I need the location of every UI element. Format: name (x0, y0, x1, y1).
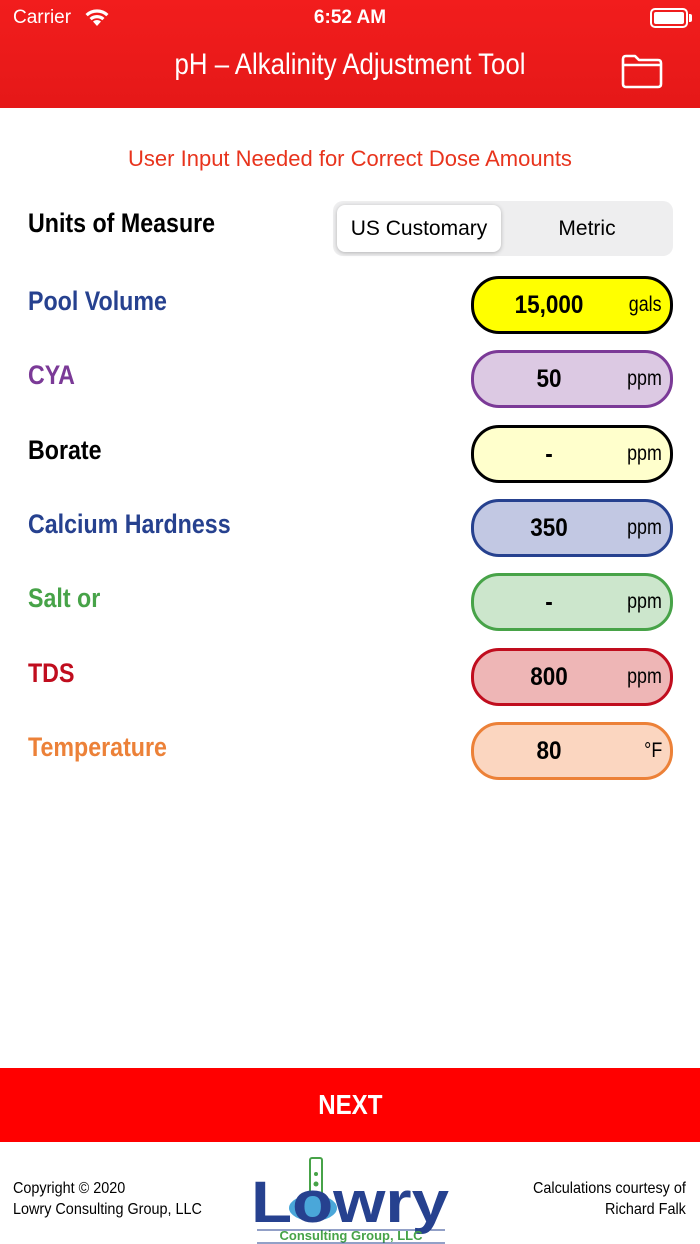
cya-label: CYA (28, 360, 75, 391)
salt-value: - (545, 588, 553, 617)
temperature-unit: °F (643, 738, 662, 762)
credits-line-2: Richard Falk (605, 1201, 686, 1218)
units-label: Units of Measure (28, 208, 216, 238)
cya-value: 50 (536, 365, 562, 394)
clock: 6:52 AM (313, 7, 387, 28)
pool-volume-input[interactable]: 15,000 gals (471, 276, 673, 334)
borate-label: Borate (28, 434, 102, 465)
credits-line-1: Calculations courtesy of (533, 1180, 686, 1197)
logo-subtext: Consulting Group, LLC (280, 1228, 424, 1243)
salt-unit: ppm (627, 590, 662, 614)
borate-unit: ppm (627, 441, 662, 465)
status-bar: Carrier 6:52 AM (0, 0, 700, 36)
units-metric[interactable]: Metric (505, 205, 669, 252)
next-button[interactable]: NEXT (0, 1068, 700, 1142)
calcium-hardness-unit: ppm (627, 515, 662, 539)
folder-icon[interactable] (620, 53, 664, 89)
copyright-line-1: Copyright © 2020 (13, 1180, 126, 1197)
tds-unit: ppm (627, 664, 662, 688)
tds-input[interactable]: 800 ppm (471, 647, 673, 706)
battery-icon (650, 8, 692, 28)
cya-input[interactable]: 50 ppm (471, 350, 673, 409)
calcium-hardness-input[interactable]: 350 ppm (471, 498, 673, 557)
copyright-line-2: Lowry Consulting Group, LLC (13, 1201, 202, 1218)
calcium-hardness-label: Calcium Hardness (28, 508, 231, 539)
temperature-value: 80 (536, 736, 562, 765)
next-label: NEXT (317, 1089, 383, 1120)
tds-label: TDS (28, 657, 75, 688)
lowry-logo: Lowry Consulting Group, LLC (251, 1157, 449, 1244)
copyright: Copyright © 2020 Lowry Consulting Group,… (13, 1178, 202, 1220)
temperature-input[interactable]: 80 °F (471, 721, 673, 780)
pool-volume-label: Pool Volume (28, 286, 167, 316)
salt-input[interactable]: - ppm (471, 573, 673, 632)
page-title: pH – Alkalinity Adjustment Tool (174, 48, 526, 81)
credits: Calculations courtesy of Richard Falk (533, 1178, 686, 1220)
temperature-label: Temperature (28, 731, 167, 762)
borate-input[interactable]: - ppm (471, 424, 673, 483)
app-header: Carrier 6:52 AM pH – Alkalinity Adjustme… (0, 0, 700, 108)
logo-text: Lowry (251, 1170, 449, 1235)
units-segmented-control: US Customary Metric (333, 201, 673, 256)
calcium-hardness-value: 350 (530, 513, 568, 542)
borate-value: - (545, 439, 553, 468)
cya-unit: ppm (627, 367, 662, 391)
salt-label: Salt or (28, 583, 101, 614)
tds-value: 800 (530, 662, 568, 691)
pool-volume-value: 15,000 (514, 291, 584, 319)
units-us-customary[interactable]: US Customary (337, 205, 501, 252)
input-hint: User Input Needed for Correct Dose Amoun… (128, 146, 572, 171)
pool-volume-unit: gals (629, 293, 662, 316)
